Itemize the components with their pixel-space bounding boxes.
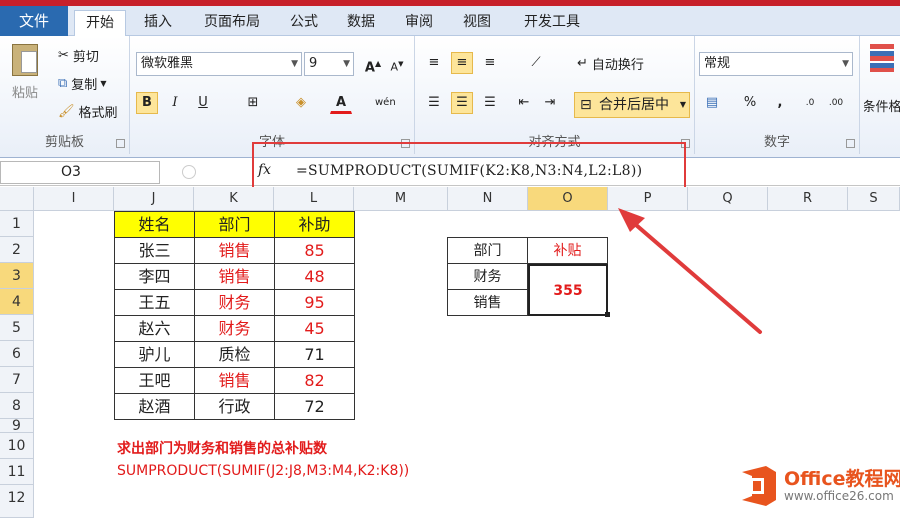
watermark-brand: Office教程网 (784, 468, 900, 490)
annotation-arrow (618, 208, 762, 334)
watermark-url: www.office26.com (784, 489, 894, 503)
office-logo-icon (742, 466, 776, 506)
watermark-logo: Office教程网 www.office26.com (738, 464, 900, 508)
